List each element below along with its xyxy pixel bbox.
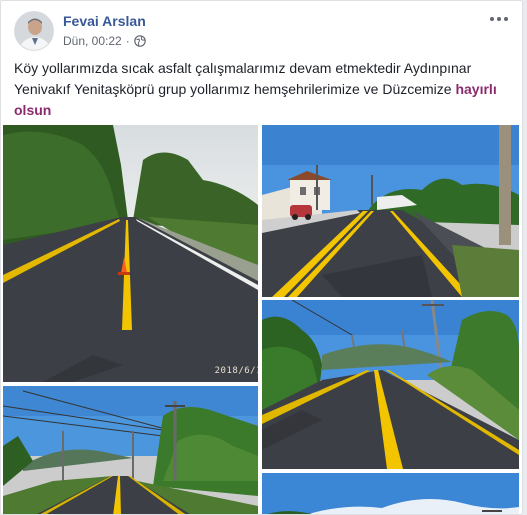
meta-separator: · bbox=[125, 34, 130, 48]
post-text: Köy yollarımızda sıcak asfalt çalışmalar… bbox=[14, 58, 509, 121]
photo-grid: 2018/6/1 bbox=[1, 125, 522, 514]
post-header: Fevai Arslan Dün, 00:22 · bbox=[14, 11, 510, 53]
author-name[interactable]: Fevai Arslan bbox=[63, 13, 146, 29]
post-timestamp[interactable]: Dün, 00:22 bbox=[63, 34, 122, 48]
globe-icon[interactable] bbox=[133, 35, 146, 47]
post-body: Köy yollarımızda sıcak asfalt çalışmalar… bbox=[14, 60, 472, 97]
photo-straight-road[interactable]: 2018/6/1 bbox=[3, 125, 258, 382]
date-stamp: 2018/6/1 bbox=[214, 366, 258, 376]
photo-road-poles[interactable] bbox=[3, 386, 258, 514]
avatar[interactable] bbox=[14, 11, 54, 51]
more-options-icon[interactable] bbox=[488, 11, 510, 27]
post-card: Fevai Arslan Dün, 00:22 · Köy yollarımız… bbox=[0, 0, 523, 515]
photo-road-trees[interactable] bbox=[262, 300, 519, 469]
more-dot bbox=[490, 17, 494, 21]
more-dot bbox=[497, 17, 501, 21]
photo-sky[interactable] bbox=[262, 473, 519, 514]
more-dot bbox=[504, 17, 508, 21]
post-meta: Dün, 00:22 · bbox=[63, 34, 146, 48]
photo-road-village[interactable] bbox=[262, 125, 519, 297]
